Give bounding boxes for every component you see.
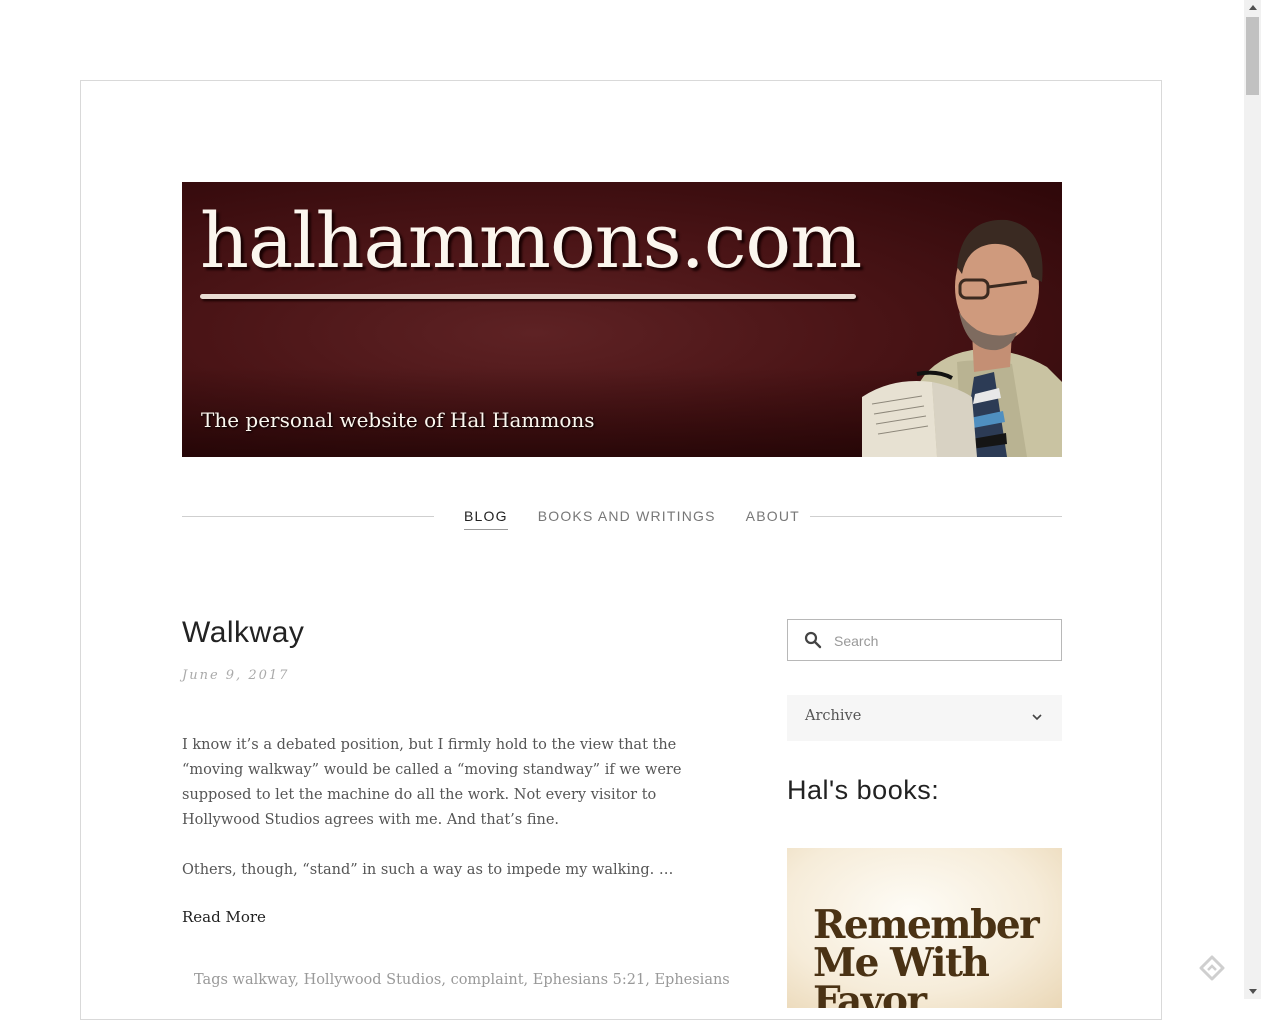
tag-link[interactable]: Ephesians 5:21 xyxy=(533,972,645,988)
main-nav: BLOG BOOKS AND WRITINGS ABOUT xyxy=(464,508,800,530)
tags-label: Tags xyxy=(194,972,228,988)
search-box[interactable] xyxy=(787,619,1062,661)
header-banner[interactable]: halhammons.com The personal website of H… xyxy=(182,182,1062,457)
nav-divider-left xyxy=(182,516,434,517)
archive-label: Archive xyxy=(805,708,862,724)
post-tags: Tags walkway, Hollywood Studios, complai… xyxy=(194,972,730,988)
tag-link[interactable]: Ephesians xyxy=(654,972,729,988)
banner-rule xyxy=(200,294,856,299)
archive-dropdown[interactable]: Archive xyxy=(787,695,1062,741)
read-more-link[interactable]: Read More xyxy=(182,908,266,926)
tag-link[interactable]: Hollywood Studios xyxy=(304,972,442,988)
search-input[interactable] xyxy=(832,628,1056,654)
feedly-icon[interactable] xyxy=(1199,955,1225,981)
post-paragraph: I know it’s a debated position, but I fi… xyxy=(182,737,682,828)
tag-link[interactable]: walkway xyxy=(233,972,295,988)
post-title[interactable]: Walkway xyxy=(182,616,304,650)
vertical-scrollbar[interactable] xyxy=(1244,0,1261,999)
search-icon xyxy=(804,631,822,649)
nav-item-blog[interactable]: BLOG xyxy=(464,508,508,530)
chevron-down-icon xyxy=(1032,714,1042,721)
books-heading: Hal's books: xyxy=(787,775,940,805)
scrollbar-thumb[interactable] xyxy=(1246,17,1259,95)
nav-item-books-and-writings[interactable]: BOOKS AND WRITINGS xyxy=(538,508,716,530)
nav-item-about[interactable]: ABOUT xyxy=(746,508,800,530)
author-photo xyxy=(862,219,1062,457)
site-tagline: The personal website of Hal Hammons xyxy=(201,408,595,432)
post-date: June 9, 2017 xyxy=(182,668,290,683)
scroll-up-arrow-icon[interactable] xyxy=(1249,5,1257,10)
scroll-down-arrow-icon[interactable] xyxy=(1249,989,1257,994)
nav-divider-right xyxy=(810,516,1062,517)
post-excerpt: I know it’s a debated position, but I fi… xyxy=(182,733,712,908)
tag-link[interactable]: complaint xyxy=(451,972,524,988)
book-cover-title: Remember Me With Favor xyxy=(813,902,1040,1009)
book-cover[interactable]: Remember Me With Favor xyxy=(787,848,1062,1008)
post-paragraph: Others, though, “stand” in such a way as… xyxy=(182,862,674,878)
site-title: halhammons.com xyxy=(200,196,862,285)
